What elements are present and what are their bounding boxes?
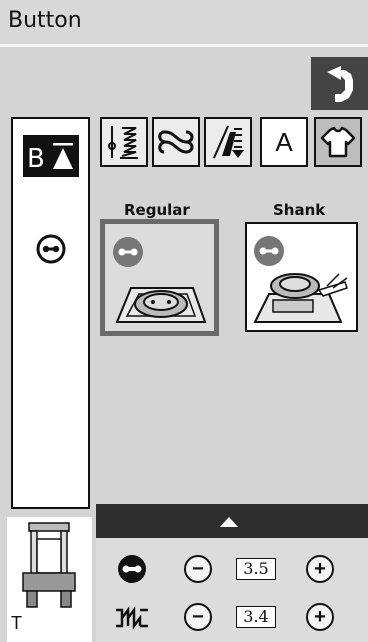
width-adjust-row: − 3.5 +: [96, 550, 368, 594]
minus-icon: −: [192, 557, 204, 580]
minus-icon: −: [192, 605, 204, 628]
plus-icon: +: [314, 557, 326, 580]
up-arrow-icon: [220, 517, 238, 527]
title-bar: Button: [0, 0, 368, 44]
presser-foot-indicator: T: [7, 517, 92, 642]
width-decrease-button[interactable]: −: [184, 555, 212, 583]
tab-satin-stitch[interactable]: [204, 117, 252, 167]
width-value: 3.5: [236, 558, 276, 580]
decorative-stitch-icon: [158, 130, 194, 154]
satin-stitch-icon: [213, 125, 244, 159]
stitch-category-panel: B: [11, 117, 90, 509]
button-width-icon: [118, 555, 146, 583]
stitch-increase-button[interactable]: +: [306, 603, 334, 631]
expand-panel-bar[interactable]: [96, 504, 368, 538]
regular-button-icon: [113, 237, 207, 323]
shank-button-option[interactable]: [245, 222, 358, 332]
stitch-count-icon: [116, 606, 148, 630]
tab-decorative-stitch[interactable]: [152, 117, 200, 167]
width-increase-button[interactable]: +: [306, 555, 334, 583]
back-button[interactable]: [311, 57, 368, 110]
title-divider: [0, 44, 368, 47]
letter-a-icon: A: [275, 126, 293, 157]
back-arrow-icon: [326, 65, 353, 102]
page-title: Button: [8, 8, 82, 33]
adjustment-panel: − 3.5 + − 3.4 +: [96, 538, 368, 642]
presser-foot-label: T: [11, 613, 22, 633]
shank-label: Shank: [273, 201, 326, 219]
shank-button-icon: [253, 236, 348, 323]
stitch-adjust-row: − 3.4 +: [96, 598, 368, 642]
stitch-decrease-button[interactable]: −: [184, 603, 212, 631]
stitch-value: 3.4: [236, 606, 276, 628]
b-triangle-icon[interactable]: B: [23, 135, 79, 177]
regular-button-option[interactable]: [100, 219, 219, 336]
regular-label: Regular: [124, 201, 190, 219]
tab-straight-stitch[interactable]: [100, 117, 148, 167]
svg-text:B: B: [27, 144, 45, 174]
shirt-icon: [320, 126, 356, 158]
presser-foot-icon: [22, 522, 76, 608]
tab-letters[interactable]: A: [260, 117, 308, 167]
button-icon[interactable]: [34, 234, 68, 264]
tab-buttonhole[interactable]: [314, 117, 362, 167]
plus-icon: +: [314, 605, 326, 628]
straight-stitch-icon: [108, 126, 138, 159]
